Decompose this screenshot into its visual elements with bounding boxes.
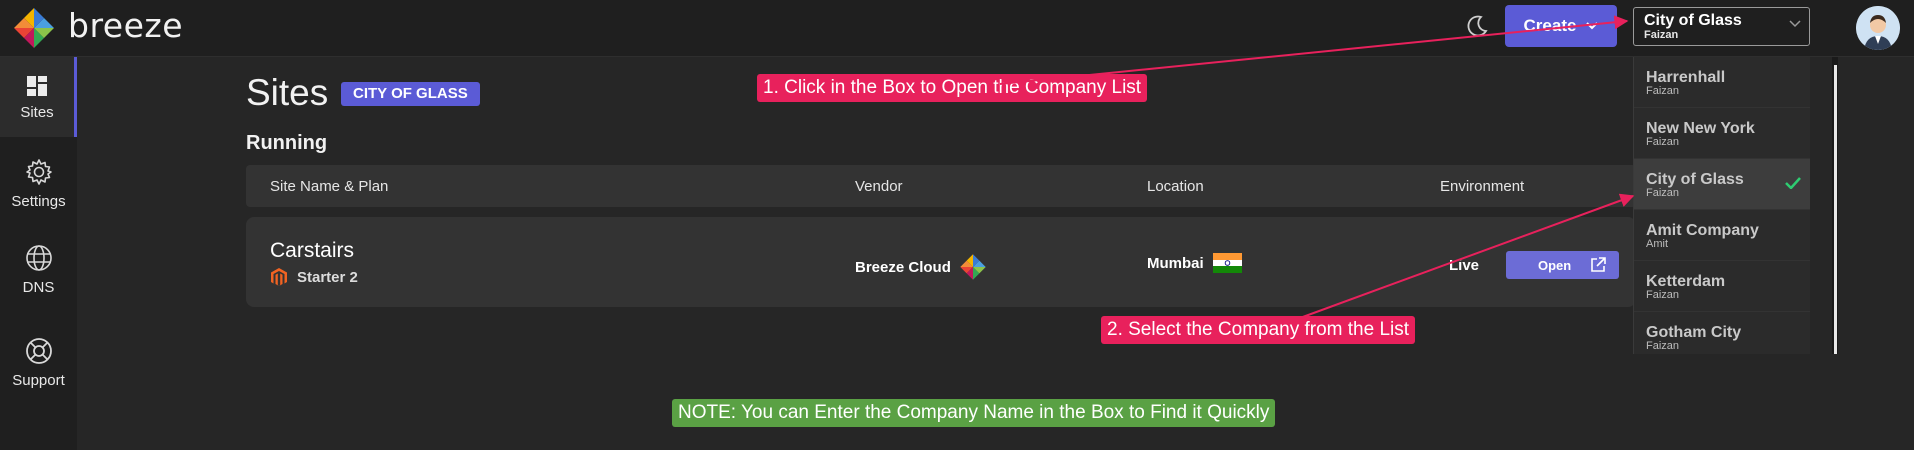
open-button-label: Open — [1538, 258, 1572, 273]
vendor-label: Breeze Cloud — [855, 258, 951, 276]
annotation-step1: 1. Click in the Box to Open the Company … — [757, 74, 1148, 102]
column-header-environment: Environment — [1440, 178, 1525, 195]
company-select-box[interactable]: City of Glass Faizan — [1633, 7, 1810, 46]
open-site-button[interactable]: Open — [1506, 251, 1619, 279]
company-option-owner: Faizan — [1646, 187, 1680, 199]
company-option-name: Gotham City — [1646, 324, 1742, 341]
top-bar: breeze Create City of Glass Faizan — [0, 0, 1914, 57]
company-badge: CITY OF GLASS — [341, 82, 480, 106]
company-option-name: Amit Company — [1646, 222, 1759, 239]
location-label: Mumbai — [1147, 254, 1204, 272]
company-option[interactable]: Harrenhall Faizan — [1634, 57, 1810, 108]
lifebuoy-icon — [25, 337, 52, 364]
sidebar-item-settings[interactable]: Settings — [0, 143, 77, 223]
create-button-label: Create — [1523, 16, 1577, 35]
company-option-selected[interactable]: City of Glass Faizan — [1634, 159, 1810, 210]
dashboard-grid-icon — [27, 75, 47, 96]
company-select-name: City of Glass — [1644, 12, 1742, 29]
company-option[interactable]: Gotham City Faizan — [1634, 312, 1810, 354]
column-header-location: Location — [1147, 178, 1204, 195]
column-header-site: Site Name & Plan — [270, 178, 389, 195]
external-link-icon — [1589, 256, 1607, 277]
sidebar-item-label: Settings — [11, 192, 66, 210]
company-option-name: Ketterdam — [1646, 273, 1726, 290]
chevron-down-icon — [1789, 20, 1801, 28]
environment-label: Live — [1449, 257, 1480, 274]
company-option-owner: Faizan — [1646, 340, 1680, 352]
table-header: Site Name & Plan Vendor Location Environ… — [246, 165, 1636, 207]
company-option[interactable]: Ketterdam Faizan — [1634, 261, 1810, 312]
company-option-name: New New York — [1646, 120, 1755, 137]
moon-icon[interactable] — [1464, 13, 1490, 39]
brand-name[interactable]: breeze — [68, 6, 183, 45]
table-row[interactable]: Carstairs Starter 2 Breeze Cloud Mumbai — [246, 217, 1636, 307]
company-option-owner: Faizan — [1646, 289, 1680, 301]
site-location: Mumbai — [1147, 253, 1242, 273]
company-option[interactable]: Amit Company Amit — [1634, 210, 1810, 261]
breeze-logo-icon[interactable] — [12, 6, 56, 50]
company-option[interactable]: New New York Faizan — [1634, 108, 1810, 159]
annotation-note: NOTE: You can Enter the Company Name in … — [672, 399, 1276, 427]
site-vendor: Breeze Cloud — [855, 253, 987, 281]
india-flag-icon — [1212, 253, 1242, 273]
company-dropdown-list[interactable]: Harrenhall Faizan New New York Faizan Ci… — [1633, 57, 1810, 354]
globe-icon — [25, 244, 52, 271]
user-avatar-icon — [1856, 6, 1900, 50]
sidebar-item-label: Sites — [20, 103, 54, 121]
chevron-down-icon — [1586, 22, 1599, 30]
gear-icon — [25, 158, 52, 185]
magento-icon — [271, 268, 287, 286]
app-root: breeze Create City of Glass Faizan Sites… — [0, 0, 1914, 450]
company-option-owner: Faizan — [1646, 85, 1680, 97]
site-name[interactable]: Carstairs — [270, 239, 354, 263]
company-select-owner: Faizan — [1644, 29, 1679, 41]
sidebar-item-label: DNS — [22, 278, 55, 296]
page-title: Sites — [246, 72, 329, 113]
column-header-vendor: Vendor — [855, 178, 903, 195]
user-avatar[interactable] — [1856, 6, 1900, 50]
company-option-owner: Amit — [1646, 238, 1668, 250]
create-button[interactable]: Create — [1505, 5, 1617, 47]
breeze-pinwheel-icon — [960, 254, 986, 280]
checkmark-icon — [1785, 177, 1801, 189]
company-option-owner: Faizan — [1646, 136, 1680, 148]
sidebar-item-label: Support — [12, 371, 65, 389]
site-plan-label: Starter 2 — [297, 268, 358, 286]
annotation-step2: 2. Select the Company from the List — [1101, 316, 1416, 344]
company-option-name: Harrenhall — [1646, 69, 1726, 86]
site-plan: Starter 2 — [270, 267, 358, 287]
sidebar-item-support[interactable]: Support — [0, 322, 77, 402]
sidebar-item-dns[interactable]: DNS — [0, 229, 77, 309]
dropdown-scrollbar-thumb[interactable] — [1834, 65, 1837, 354]
section-title-running: Running — [246, 132, 328, 154]
sidebar-item-sites[interactable]: Sites — [0, 57, 77, 137]
sidebar: Sites Settings DNS Support — [0, 57, 77, 450]
